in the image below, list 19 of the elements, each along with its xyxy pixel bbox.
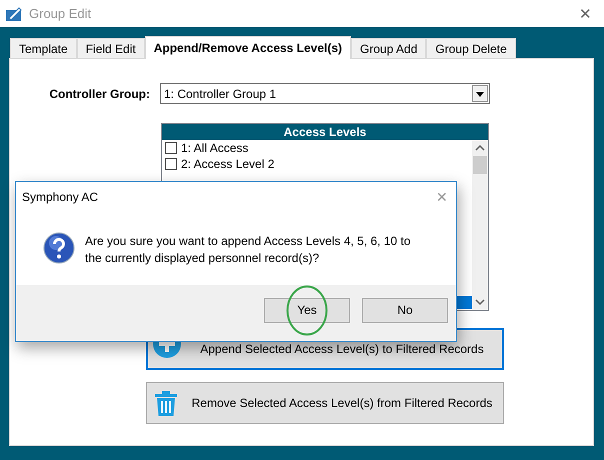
tab[interactable]: Group Delete: [426, 38, 516, 58]
action-button[interactable]: Remove Selected Access Level(s) from Filtered Records: [146, 382, 504, 424]
list-item[interactable]: 1: All Access: [162, 140, 472, 156]
list-item[interactable]: 2: Access Level 2: [162, 156, 472, 172]
tab[interactable]: Group Add: [351, 38, 426, 58]
list-item-label: 1: All Access: [181, 141, 248, 155]
tab[interactable]: Append/Remove Access Level(s): [144, 36, 352, 59]
dialog-button[interactable]: No: [362, 298, 448, 322]
dialog-title: Symphony AC: [22, 190, 98, 204]
dialog-message: Are you sure you want to append Access Levels 4, 5, 6, 10 to the currently displayed personnel record(s)?: [85, 233, 412, 267]
controller-group-dropdown[interactable]: 1: Controller Group 1: [160, 83, 490, 104]
tab[interactable]: Field Edit: [76, 38, 145, 58]
list-item-label: 2: Access Level 2: [181, 157, 274, 171]
tab[interactable]: Template: [10, 38, 77, 58]
dialog-button[interactable]: Yes: [264, 298, 350, 322]
close-icon[interactable]: ✕: [579, 4, 592, 22]
window-title: Group Edit: [29, 6, 92, 21]
field-label: Controller Group:: [48, 86, 150, 100]
list-header: Access Levels: [162, 124, 488, 140]
